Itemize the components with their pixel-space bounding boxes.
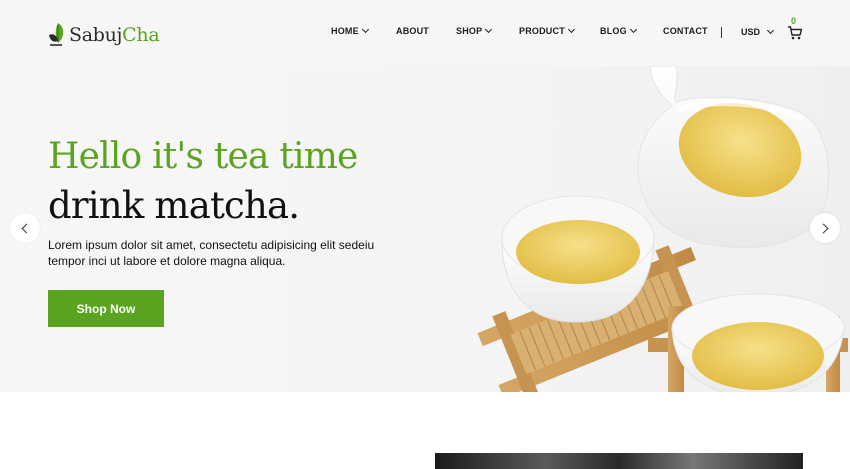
nav-item-label: HOME xyxy=(331,26,359,36)
chevron-left-icon xyxy=(21,223,32,233)
nav-divider xyxy=(721,27,722,38)
nav-item-contact[interactable]: CONTACT xyxy=(663,26,708,36)
shop-now-button[interactable]: Shop Now xyxy=(48,290,164,327)
brand-name: SabujCha xyxy=(69,24,160,46)
nav-item-home[interactable]: HOME xyxy=(331,25,369,36)
chevron-down-icon xyxy=(766,26,775,35)
brand-name-part1: Sabuj xyxy=(69,24,123,46)
chevron-down-icon xyxy=(629,25,637,34)
brand-name-part2: Cha xyxy=(122,24,160,46)
hero-description: Lorem ipsum dolor sit amet, consectetu a… xyxy=(48,238,375,268)
slider-prev-button[interactable] xyxy=(10,213,40,243)
nav-item-label: SHOP xyxy=(456,26,483,36)
chevron-right-icon xyxy=(818,223,829,233)
shopping-cart-icon[interactable] xyxy=(787,25,803,41)
currency-selector[interactable]: USD xyxy=(741,26,775,37)
chevron-down-icon xyxy=(567,25,575,34)
currency-label: USD xyxy=(741,27,761,37)
hero-title-line1: Hello it's tea time xyxy=(48,136,358,177)
nav-item-blog[interactable]: BLOG xyxy=(600,25,637,36)
nav-item-label: BLOG xyxy=(600,26,627,36)
site-header: SabujCha HOME ABOUT SHOP PRODUCT BLOG CO… xyxy=(0,0,850,66)
nav-item-shop[interactable]: SHOP xyxy=(456,25,493,36)
brand-logo[interactable]: SabujCha xyxy=(47,20,160,50)
chevron-down-icon xyxy=(361,25,369,34)
hero-slider: Hello it's tea time drink matcha. Lorem … xyxy=(0,66,850,392)
tea-set-image xyxy=(477,66,848,392)
nav-item-product[interactable]: PRODUCT xyxy=(519,25,575,36)
nav-item-about[interactable]: ABOUT xyxy=(396,26,429,36)
nav-item-label: PRODUCT xyxy=(519,26,565,36)
nav-item-label: ABOUT xyxy=(396,26,429,36)
nav-item-label: CONTACT xyxy=(663,26,708,36)
slider-next-button[interactable] xyxy=(810,213,840,243)
hero-title-line2: drink matcha. xyxy=(48,184,300,227)
chevron-down-icon xyxy=(485,25,493,34)
section-image-preview xyxy=(435,453,803,469)
tea-leaf-icon xyxy=(49,23,64,46)
